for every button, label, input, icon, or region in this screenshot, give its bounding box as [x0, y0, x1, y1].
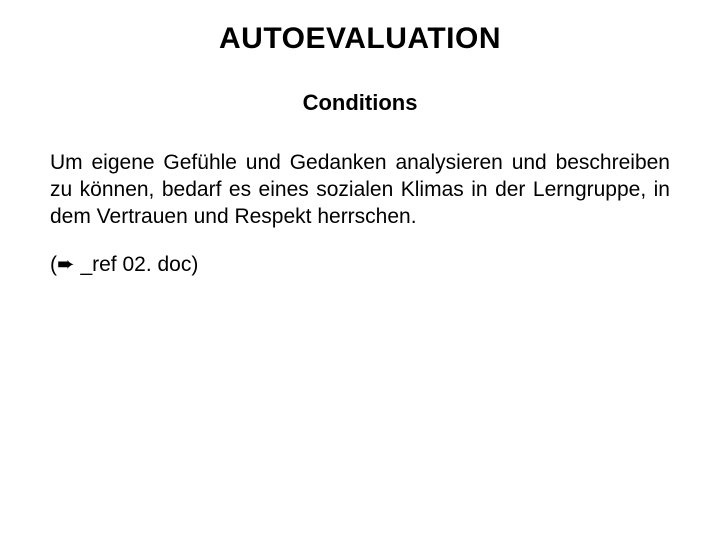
page-title: AUTOEVALUATION — [50, 22, 670, 56]
arrow-right-icon: ➨ — [57, 252, 75, 279]
ref-open-paren: ( — [50, 253, 57, 276]
body-paragraph: Um eigene Gefühle und Gedanken analysier… — [50, 150, 670, 231]
ref-text: _ref 02. doc) — [75, 253, 199, 276]
reference-line: (➨ _ref 02. doc) — [50, 252, 670, 279]
page-subtitle: Conditions — [50, 90, 670, 116]
slide: AUTOEVALUATION Conditions Um eigene Gefü… — [0, 0, 720, 540]
